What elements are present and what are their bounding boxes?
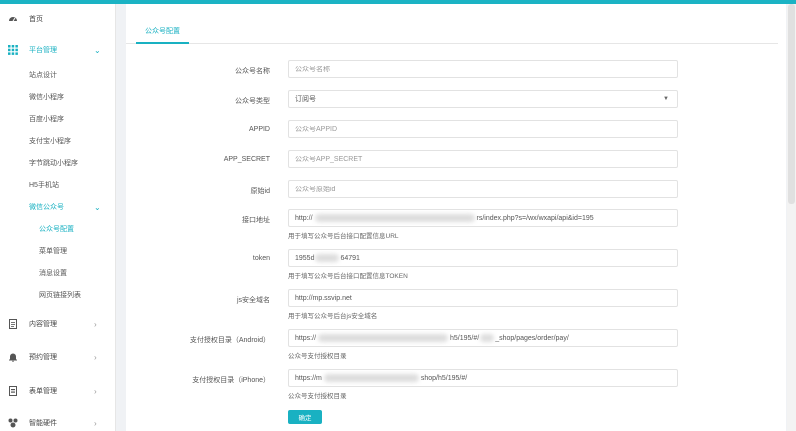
type-select[interactable]: 订阅号 ▼	[288, 90, 678, 108]
appid-field[interactable]	[288, 120, 678, 138]
chevron-right-icon: ›	[94, 418, 97, 428]
document-icon	[8, 319, 18, 329]
pay-iphone-value-end: shop/h5/195/#/	[420, 374, 468, 382]
sidebar-item-h5-site[interactable]: H5手机站	[0, 176, 115, 194]
redacted-blur	[323, 374, 419, 382]
name-input[interactable]	[295, 65, 671, 73]
appid-input[interactable]	[295, 125, 671, 133]
pay-iphone-field[interactable]: https://m shop/h5/195/#/	[288, 369, 678, 387]
sidebar-item-label: 微信公众号	[29, 204, 64, 211]
sidebar-item-bytedance-miniapp[interactable]: 字节跳动小程序	[0, 154, 115, 172]
name-field[interactable]	[288, 60, 678, 78]
token-value-end: 64791	[340, 254, 360, 262]
type-label: 公众号类型	[235, 98, 270, 105]
api-url-value-end: rs/index.php?s=/wx/wxapi/api&id=195	[476, 214, 594, 222]
pay-iphone-value-start: https://m	[295, 374, 322, 382]
token-label: token	[252, 255, 270, 262]
chevron-right-icon: ›	[94, 319, 97, 329]
name-label: 公众号名称	[235, 68, 270, 75]
sidebar-item-label: 支付宝小程序	[29, 138, 71, 145]
sidebar-item-message-settings[interactable]: 消息设置	[0, 264, 115, 282]
app-secret-label: APP_SECRET	[223, 156, 270, 163]
redacted-blur	[480, 334, 495, 342]
api-url-hint: 用于填写公众号后台接口配置信息URL	[288, 233, 399, 240]
chevron-down-icon: ⌄	[94, 45, 101, 55]
tab-official-config[interactable]: 公众号配置	[136, 20, 189, 44]
original-id-label: 原始id	[250, 188, 270, 195]
sidebar-item-label: 预约管理	[29, 354, 57, 361]
sidebar-item-label: 百度小程序	[29, 116, 64, 123]
main-content: 公众号配置 公众号名称 公众号类型 订阅号 ▼ APPID APP_SECRET…	[126, 4, 786, 431]
api-url-field[interactable]: http:// rs/index.php?s=/wx/wxapi/api&id=…	[288, 209, 678, 227]
sidebar-item-baidu-miniapp[interactable]: 百度小程序	[0, 110, 115, 128]
api-url-label: 接口地址	[242, 217, 270, 224]
sidebar-item-wechat-miniapp[interactable]: 微信小程序	[0, 88, 115, 106]
sidebar-item-label: 站点设计	[29, 72, 57, 79]
sidebar-item-label: 智能硬件	[29, 420, 57, 427]
chevron-down-icon: ⌄	[94, 202, 101, 212]
redacted-blur	[315, 254, 340, 262]
chevron-right-icon: ›	[94, 352, 97, 362]
sidebar-item-link-list[interactable]: 网页链接列表	[0, 286, 115, 304]
sidebar-item-official-config[interactable]: 公众号配置	[0, 220, 115, 238]
pay-android-value-end: _shop/pages/order/pay/	[495, 334, 569, 342]
sidebar-item-label: 菜单管理	[39, 248, 67, 255]
scrollbar-thumb[interactable]	[788, 4, 795, 204]
type-selected-value: 订阅号	[295, 96, 316, 103]
sidebar-item-form[interactable]: 表单管理 ›	[0, 382, 115, 400]
sidebar-item-smart-hardware[interactable]: 智能硬件 ›	[0, 414, 115, 431]
pay-iphone-hint: 公众号支付授权目录	[288, 393, 347, 400]
caret-down-icon: ▼	[663, 96, 669, 102]
sidebar-item-label: 平台管理	[29, 47, 57, 54]
sidebar-item-alipay-miniapp[interactable]: 支付宝小程序	[0, 132, 115, 150]
form-icon	[8, 386, 18, 396]
sidebar-item-booking[interactable]: 预约管理 ›	[0, 348, 115, 366]
js-domain-field[interactable]: http://mp.ssvip.net	[288, 289, 678, 307]
scrollbar[interactable]	[787, 4, 796, 431]
sidebar-item-home[interactable]: 首页	[0, 10, 115, 28]
token-field[interactable]: 1955d 64791	[288, 249, 678, 267]
sidebar-item-label: 公众号配置	[39, 226, 74, 233]
sidebar-item-label: 网页链接列表	[39, 292, 81, 299]
pay-android-value-start: https://	[295, 334, 317, 342]
js-domain-value: http://mp.ssvip.net	[295, 294, 352, 302]
appid-label: APPID	[248, 126, 270, 133]
pay-android-hint: 公众号支付授权目录	[288, 353, 347, 360]
chevron-right-icon: ›	[94, 386, 97, 396]
pay-android-label: 支付授权目录（Android）	[189, 337, 270, 344]
sidebar-item-label: 表单管理	[29, 388, 57, 395]
js-domain-label: js安全域名	[236, 297, 270, 304]
token-value-start: 1955d	[295, 254, 315, 262]
sidebar-item-label: 微信小程序	[29, 94, 64, 101]
app-secret-field[interactable]	[288, 150, 678, 168]
sidebar-item-label: H5手机站	[29, 182, 59, 189]
sidebar-item-site-design[interactable]: 站点设计	[0, 66, 115, 84]
pay-iphone-label: 支付授权目录（iPhone）	[192, 377, 270, 384]
tab-bar: 公众号配置	[126, 16, 778, 44]
api-url-value-start: http://	[295, 214, 313, 222]
sidebar-item-label: 消息设置	[39, 270, 67, 277]
app-secret-input[interactable]	[295, 155, 671, 163]
sidebar-item-label: 内容管理	[29, 321, 57, 328]
js-domain-hint: 用于填写公众号后台js安全域名	[288, 313, 378, 320]
submit-button[interactable]: 确定	[288, 410, 322, 424]
sidebar-item-content[interactable]: 内容管理 ›	[0, 315, 115, 333]
original-id-input[interactable]	[295, 185, 671, 193]
sidebar-item-platform[interactable]: 平台管理 ⌄	[0, 41, 115, 59]
pay-android-value-mid: h5/195/#/	[450, 334, 480, 342]
original-id-field[interactable]	[288, 180, 678, 198]
dashboard-icon	[8, 14, 18, 24]
pay-android-field[interactable]: https:// h5/195/#/ _shop/pages/order/pay…	[288, 329, 678, 347]
bell-icon	[8, 352, 18, 362]
sidebar-item-menu-manage[interactable]: 菜单管理	[0, 242, 115, 260]
sidebar-item-label: 字节跳动小程序	[29, 160, 78, 167]
grid-icon	[8, 45, 18, 55]
sidebar-item-wechat-official[interactable]: 微信公众号 ⌄	[0, 198, 115, 216]
token-hint: 用于填写公众号后台接口配置信息TOKEN	[288, 273, 408, 280]
sidebar: 首页 平台管理 ⌄ 站点设计 微信小程序 百度小程序 支付宝小程序 字节跳动小程…	[0, 4, 116, 431]
sidebar-item-label: 首页	[29, 16, 43, 23]
device-icon	[8, 418, 18, 428]
redacted-blur	[314, 214, 475, 222]
redacted-blur	[318, 334, 449, 342]
